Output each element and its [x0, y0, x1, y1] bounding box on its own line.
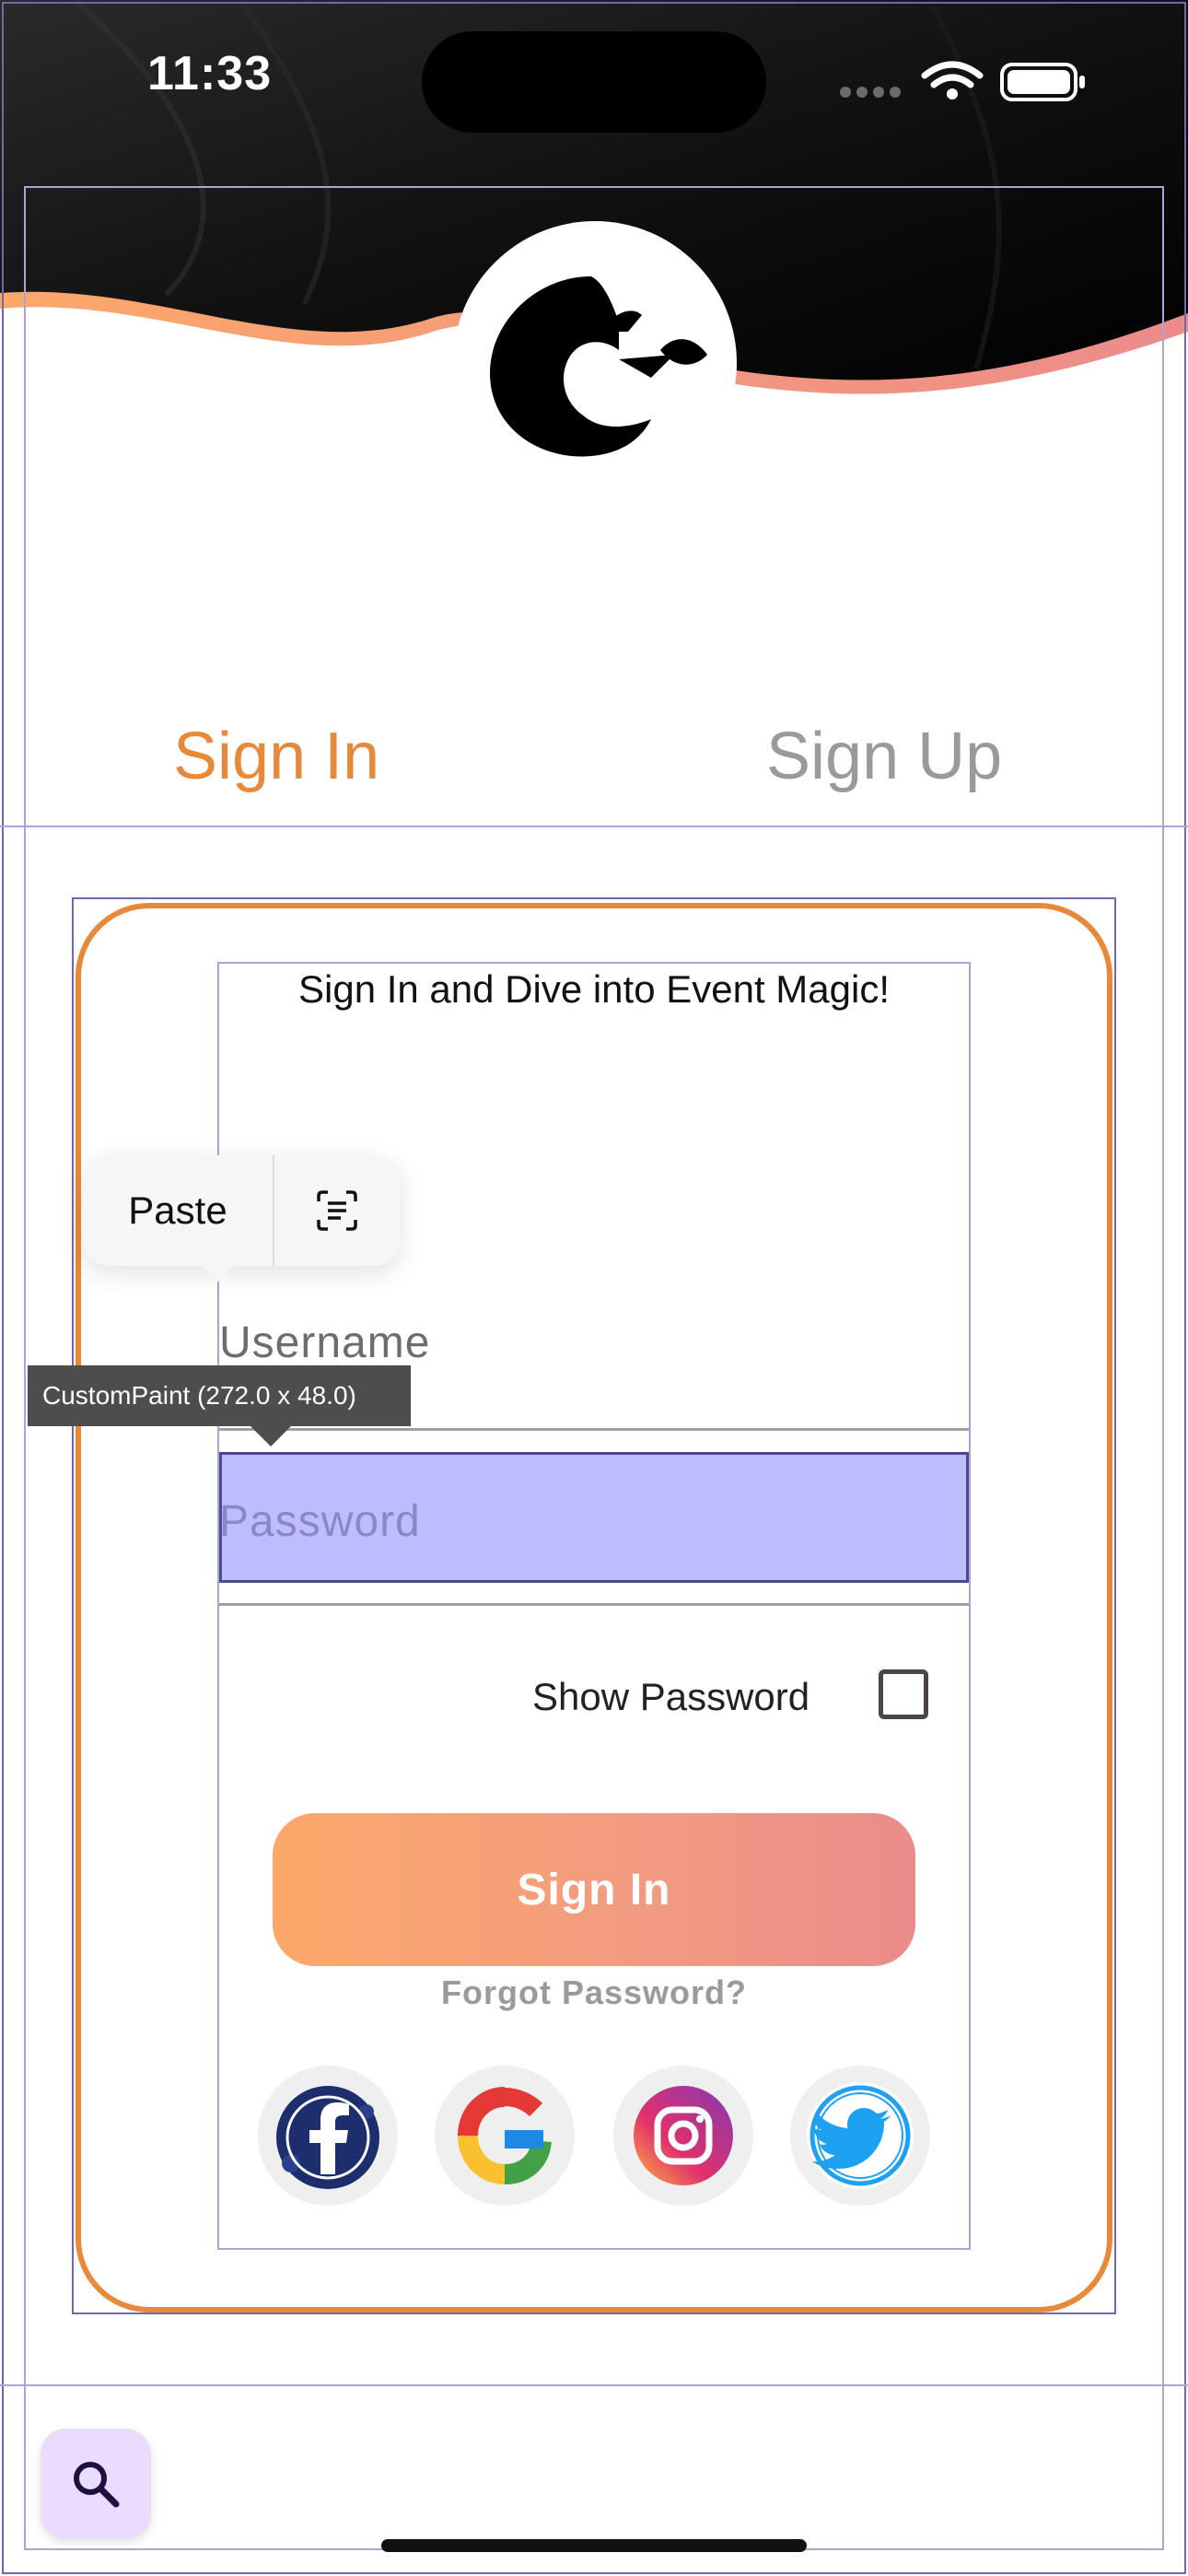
- instagram-button[interactable]: [613, 2066, 753, 2206]
- debug-divider-top: [0, 825, 1188, 827]
- tab-sign-up[interactable]: Sign Up: [766, 719, 1002, 794]
- sign-in-button[interactable]: Sign In: [273, 1813, 915, 1966]
- show-password-label: Show Password: [532, 1675, 810, 1718]
- search-icon: [74, 2462, 120, 2508]
- username-field[interactable]: Username: [219, 1317, 430, 1368]
- show-password-checkbox[interactable]: [879, 1669, 928, 1719]
- username-underline: [219, 1428, 969, 1431]
- forgot-password-link[interactable]: Forgot Password?: [219, 1973, 969, 2012]
- form-title: Sign In and Dive into Event Magic!: [297, 967, 891, 1011]
- paste-context-menu: Paste: [83, 1155, 400, 1266]
- app-logo: [453, 221, 737, 505]
- debug-tooltip: CustomPaint (272.0 x 48.0): [28, 1365, 411, 1426]
- search-button[interactable]: [41, 2429, 151, 2539]
- bird-logo-icon: [490, 276, 707, 457]
- home-indicator[interactable]: [381, 2539, 807, 2552]
- tab-sign-in[interactable]: Sign In: [173, 719, 379, 794]
- twitter-button[interactable]: [790, 2066, 930, 2206]
- google-icon: [458, 2087, 552, 2184]
- context-menu-pointer: [197, 1262, 238, 1282]
- scan-text-menu-item[interactable]: [274, 1155, 400, 1266]
- password-field[interactable]: Password: [219, 1496, 421, 1547]
- scan-text-icon: [317, 1190, 357, 1231]
- twitter-icon: [807, 2082, 914, 2189]
- debug-divider-bottom: [0, 2384, 1188, 2386]
- instagram-icon: [634, 2086, 733, 2185]
- facebook-button[interactable]: [258, 2066, 398, 2206]
- paste-menu-item[interactable]: Paste: [83, 1155, 274, 1266]
- facebook-icon: [276, 2086, 379, 2189]
- debug-tooltip-pointer: [250, 1426, 291, 1446]
- google-button[interactable]: [435, 2066, 575, 2206]
- password-underline: [219, 1603, 969, 1606]
